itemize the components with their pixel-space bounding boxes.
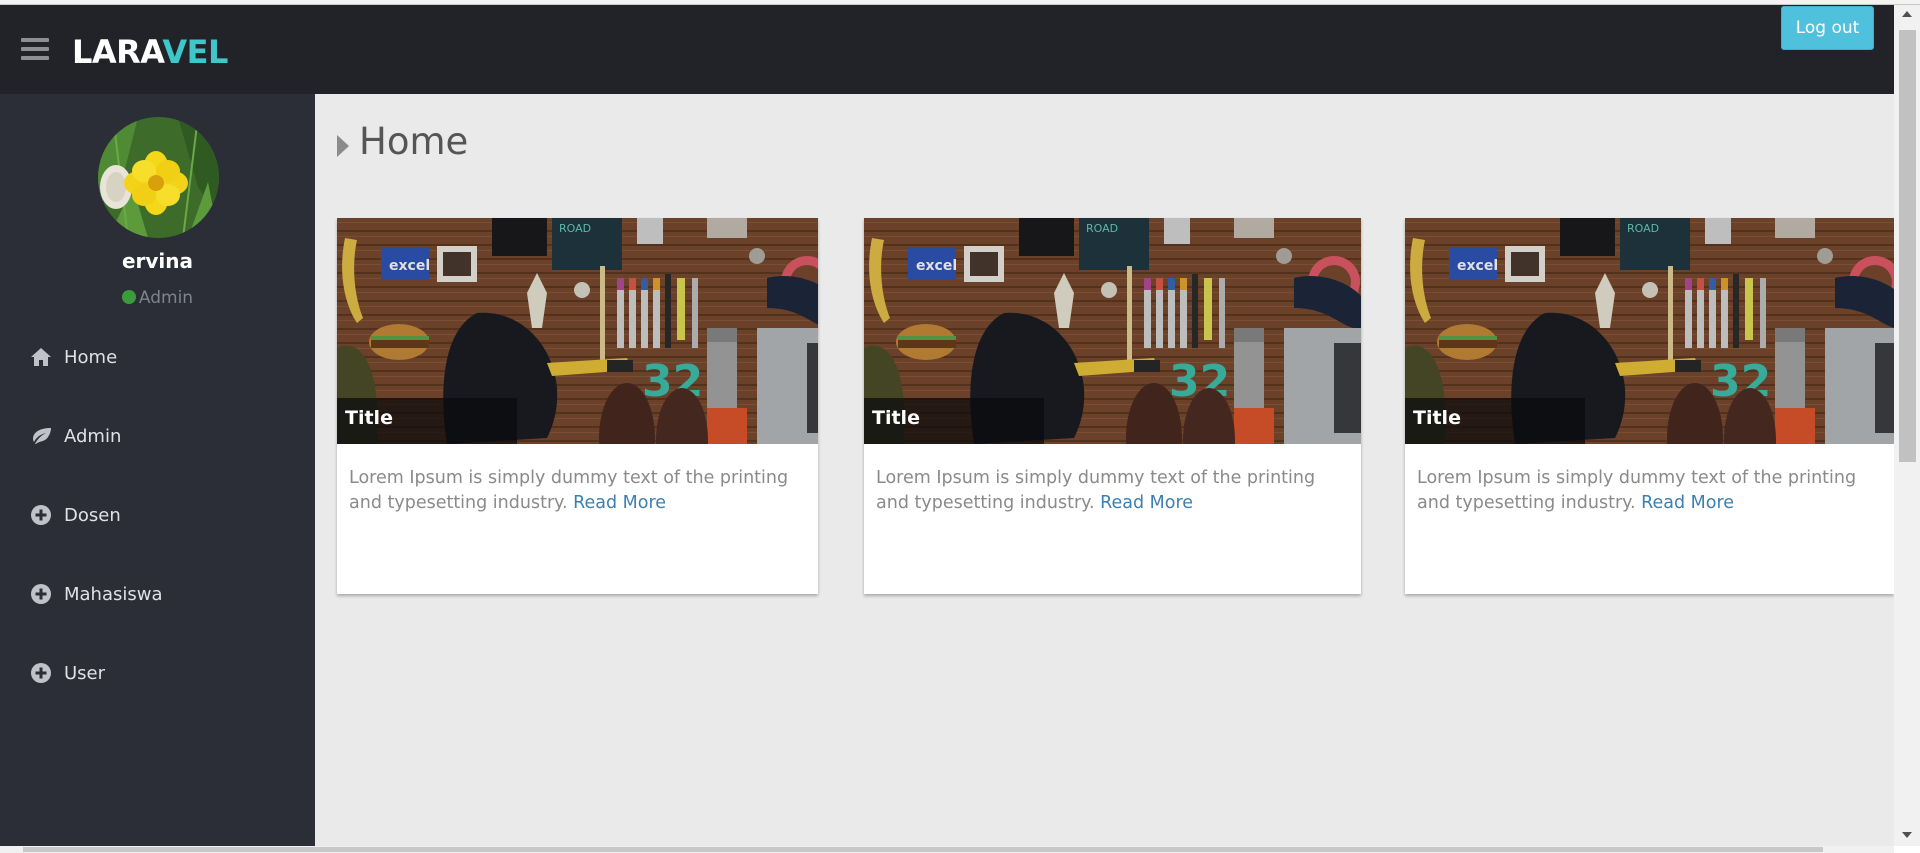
content-card: excel ROAD 32 Title Lorem Ipsum is simpl… [864,218,1361,594]
card-body: Lorem Ipsum is simply dummy text of the … [349,466,808,516]
user-role: Admin [0,288,315,308]
plus-circle-icon [30,583,52,605]
horizontal-scrollbar[interactable] [0,846,1894,853]
sidebar: ervina Admin Home Admin Dosen Mahasiswa … [0,94,315,846]
horizontal-scroll-thumb[interactable] [23,847,1823,852]
sidebar-item-admin[interactable]: Admin [0,413,315,463]
card-title-overlay: Title [864,398,1044,444]
read-more-link[interactable]: Read More [1641,493,1734,513]
caret-right-icon [337,135,349,157]
card-text: Lorem Ipsum is simply dummy text of the … [1417,468,1857,513]
sidebar-item-label: Dosen [64,505,121,526]
card-title-overlay: Title [337,398,517,444]
online-status-icon [121,290,136,304]
card-text: Lorem Ipsum is simply dummy text of the … [349,468,789,513]
top-navbar: LARAVEL Log out [0,5,1894,94]
plus-circle-icon [30,662,52,684]
brand-logo[interactable]: LARAVEL [72,32,228,72]
page-title-text: Home [359,120,469,163]
avatar [98,117,219,238]
main-content: Home excel ROAD 32 Title Lorem Ipsum is … [315,94,1894,846]
logout-button[interactable]: Log out [1781,6,1874,50]
home-icon [30,346,52,368]
card-body: Lorem Ipsum is simply dummy text of the … [876,466,1351,516]
sidebar-item-label: Admin [64,426,122,447]
hamburger-menu-icon[interactable] [21,38,49,62]
sidebar-item-user[interactable]: User [0,650,315,700]
scroll-up-arrow-icon[interactable] [1902,11,1912,17]
card-text: Lorem Ipsum is simply dummy text of the … [876,468,1316,513]
content-card: excel ROAD 32 Title Lorem Ipsum is simpl… [337,218,818,594]
read-more-link[interactable]: Read More [1100,493,1193,513]
sidebar-item-dosen[interactable]: Dosen [0,492,315,542]
content-card: excel ROAD 32 Title Lorem Ipsum is simpl… [1405,218,1894,594]
card-title: Title [872,407,920,429]
plus-circle-icon [30,504,52,526]
brand-text-lara: LARA [72,33,163,71]
brand-text-vel: VEL [162,33,228,71]
leaf-icon [30,425,52,447]
sidebar-item-label: Mahasiswa [64,584,163,605]
card-title: Title [345,407,393,429]
card-title: Title [1413,407,1461,429]
sidebar-item-label: Home [64,347,118,368]
vertical-scroll-thumb[interactable] [1899,30,1916,462]
scroll-down-arrow-icon[interactable] [1902,832,1912,838]
vertical-scrollbar[interactable] [1894,5,1920,846]
card-title-overlay: Title [1405,398,1585,444]
sidebar-item-mahasiswa[interactable]: Mahasiswa [0,571,315,621]
sidebar-item-label: User [64,663,106,684]
read-more-link[interactable]: Read More [573,493,666,513]
user-role-label: Admin [138,288,194,308]
card-body: Lorem Ipsum is simply dummy text of the … [1417,466,1884,516]
user-name: ervina [121,249,194,273]
sidebar-item-home[interactable]: Home [0,334,315,384]
